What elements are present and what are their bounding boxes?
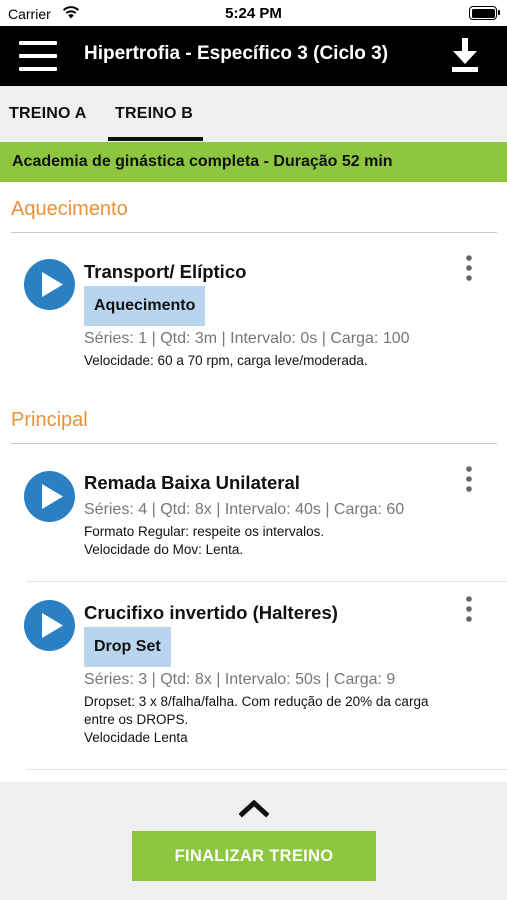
chevron-up-icon[interactable] — [239, 798, 269, 818]
finish-workout-button[interactable]: FINALIZAR TREINO — [132, 831, 376, 881]
gym-info-banner: Academia de ginástica completa - Duração… — [0, 142, 507, 182]
exercise-divider — [26, 581, 507, 582]
exercise-name: Transport/ Elíptico — [84, 261, 247, 282]
exercise-name: Remada Baixa Unilateral — [84, 472, 300, 493]
exercise-tag: Aquecimento — [84, 286, 206, 326]
tab-treino-a[interactable]: TREINO A — [9, 105, 86, 123]
battery-icon — [469, 6, 500, 20]
download-icon[interactable] — [451, 38, 479, 72]
more-vertical-icon[interactable] — [460, 466, 478, 494]
bottom-panel: FINALIZAR TREINO — [0, 782, 507, 900]
exercise-name: Crucifixo invertido (Halteres) — [84, 602, 338, 623]
exercise-note: Formato Regular: respeite os intervalos. — [84, 524, 325, 539]
exercise-note: entre os DROPS. — [84, 712, 189, 727]
banner-text: Academia de ginástica completa - Duração… — [12, 153, 393, 170]
clock: 5:24 PM — [225, 5, 282, 22]
section-divider — [11, 232, 497, 233]
exercise-stats: Séries: 1 | Qtd: 3m | Intervalo: 0s | Ca… — [84, 330, 410, 347]
exercise-tag: Drop Set — [84, 627, 171, 667]
section-divider — [11, 443, 497, 444]
section-title-aquecimento: Aquecimento — [11, 198, 128, 220]
workout-tabs: TREINO A TREINO B — [0, 86, 507, 142]
page-title: Hipertrofia - Específico 3 (Ciclo 3) — [84, 43, 389, 64]
menu-icon[interactable] — [19, 41, 57, 71]
exercise-note: Velocidade: 60 a 70 rpm, carga leve/mode… — [84, 353, 368, 368]
app-bar: Hipertrofia - Específico 3 (Ciclo 3) — [0, 26, 507, 86]
tab-treino-b[interactable]: TREINO B — [115, 105, 193, 123]
exercise-divider — [26, 769, 507, 770]
exercise-note: Velocidade do Mov: Lenta. — [84, 542, 244, 557]
more-vertical-icon[interactable] — [460, 255, 478, 283]
play-icon[interactable] — [24, 600, 75, 651]
exercise-stats: Séries: 3 | Qtd: 8x | Intervalo: 50s | C… — [84, 671, 396, 688]
exercise-note: Velocidade Lenta — [84, 730, 188, 745]
play-icon[interactable] — [24, 471, 75, 522]
section-title-principal: Principal — [11, 409, 88, 431]
exercise-note: Dropset: 3 x 8/falha/falha. Com redução … — [84, 694, 429, 709]
tab-indicator — [108, 137, 203, 141]
status-bar: Carrier 5:24 PM — [0, 0, 507, 26]
exercise-stats: Séries: 4 | Qtd: 8x | Intervalo: 40s | C… — [84, 501, 405, 518]
play-icon[interactable] — [24, 259, 75, 310]
more-vertical-icon[interactable] — [460, 596, 478, 624]
